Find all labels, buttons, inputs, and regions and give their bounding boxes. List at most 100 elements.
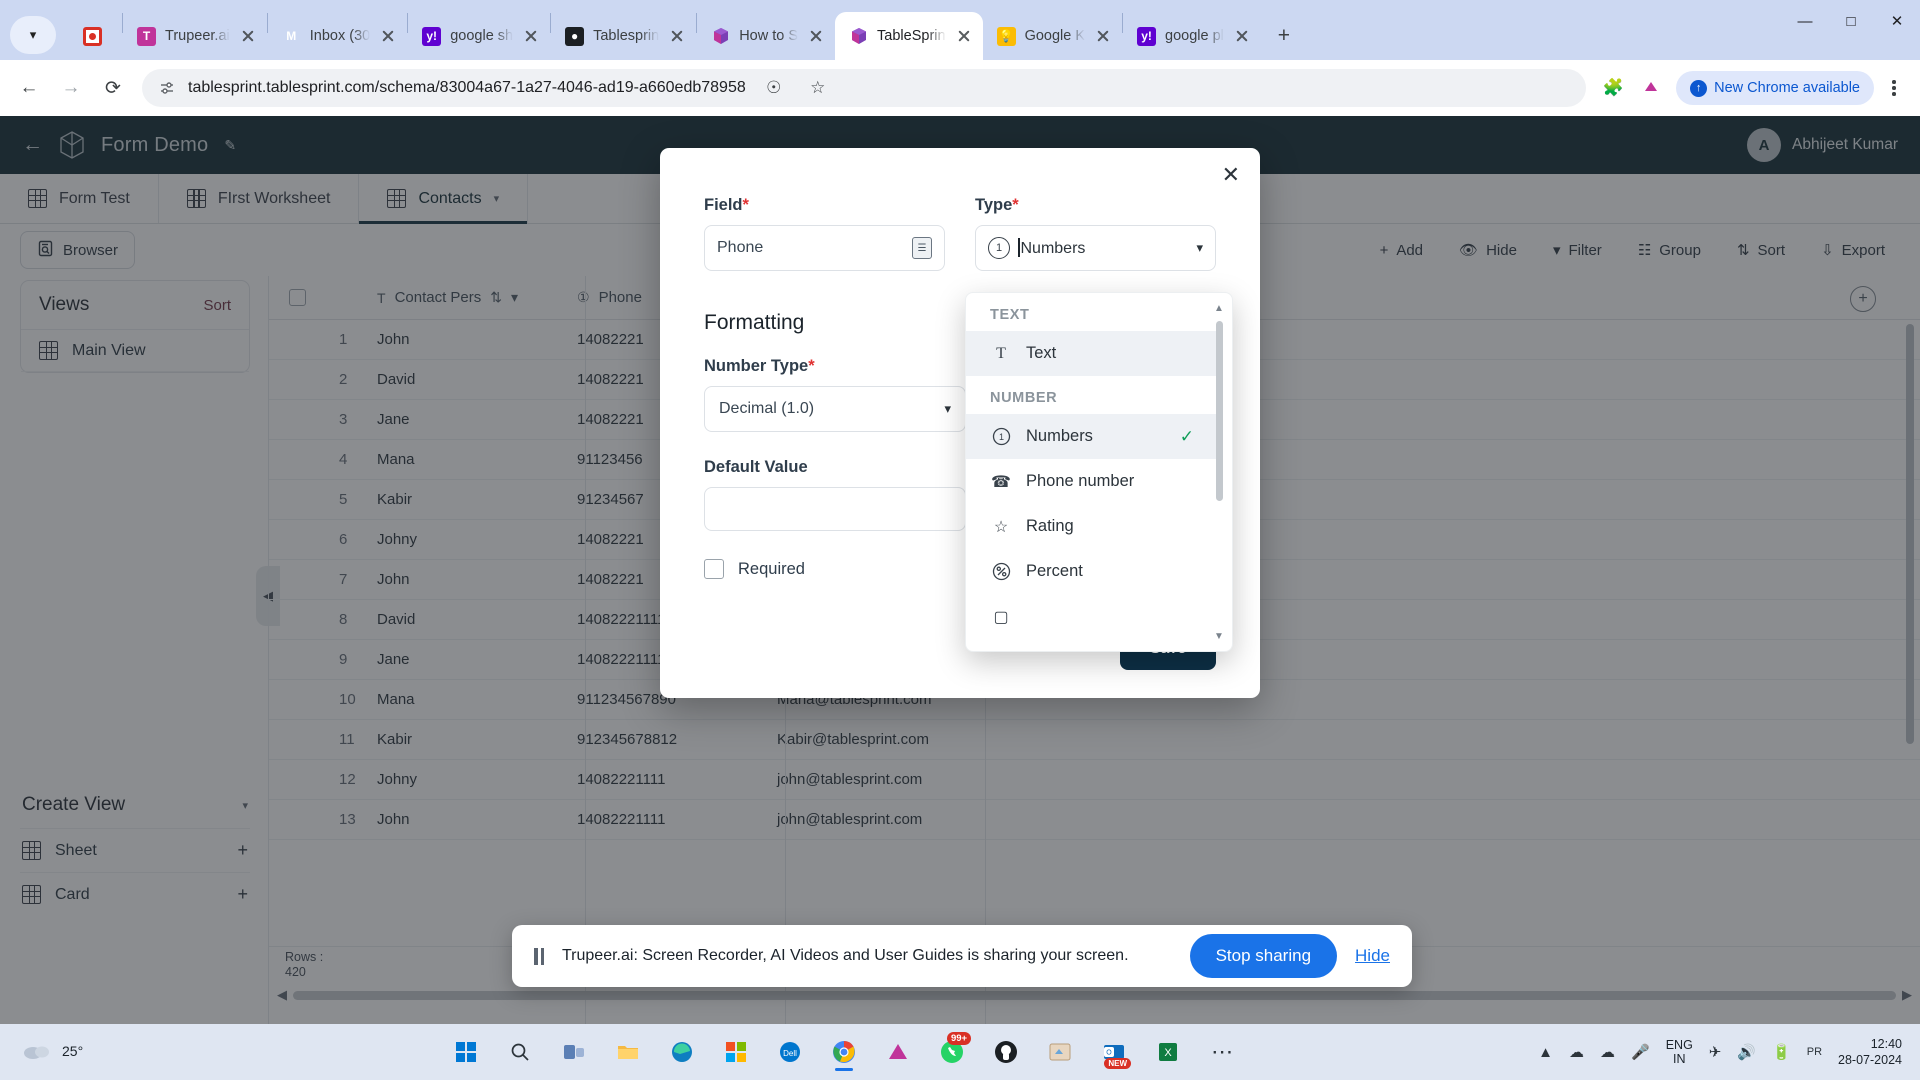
battery-icon[interactable]: 🔋 <box>1772 1043 1791 1061</box>
close-icon[interactable] <box>955 27 973 45</box>
store-button[interactable] <box>715 1031 757 1073</box>
field-name-input[interactable]: Phone ☰ <box>704 225 945 271</box>
scroll-down-icon[interactable]: ▼ <box>1212 629 1226 643</box>
back-icon[interactable]: ← <box>10 69 48 107</box>
zoom-out-icon[interactable]: ☉ <box>758 72 790 104</box>
edge-icon <box>672 1042 693 1062</box>
tab-pinned-recorder[interactable] <box>62 12 122 60</box>
hide-banner-link[interactable]: Hide <box>1355 946 1390 966</box>
copy-icon[interactable]: ☰ <box>912 237 932 259</box>
chrome-update-button[interactable]: ↑ New Chrome available <box>1676 71 1874 105</box>
dropdown-item-numbers[interactable]: 1 Numbers ✓ <box>966 414 1218 459</box>
required-label: Required <box>738 559 805 578</box>
forward-icon[interactable]: → <box>52 69 90 107</box>
chrome-menu-icon[interactable] <box>1878 71 1910 105</box>
excel-icon: X <box>1159 1043 1178 1061</box>
close-icon[interactable] <box>1094 27 1112 45</box>
dropdown-item-rating[interactable]: ☆ Rating <box>966 504 1218 549</box>
close-icon[interactable] <box>379 27 397 45</box>
dropdown-item-text[interactable]: T Text <box>966 331 1218 376</box>
volume-icon[interactable]: 🔊 <box>1737 1043 1756 1061</box>
extensions-icon[interactable]: 🧩 <box>1596 71 1630 105</box>
stop-sharing-button[interactable]: Stop sharing <box>1189 934 1338 978</box>
close-icon[interactable]: ✕ <box>1222 162 1240 188</box>
default-value-group: Default Value <box>704 458 966 531</box>
excel-button[interactable]: X <box>1147 1031 1189 1073</box>
number-type-group: Number Type* Decimal (1.0) ▾ <box>704 357 966 432</box>
tab-google-sheets[interactable]: y! google sh <box>408 12 550 60</box>
minimize-icon[interactable]: — <box>1782 0 1828 42</box>
number-circle-icon: 1 <box>988 237 1010 259</box>
tab-how-to-share[interactable]: How to S <box>697 12 835 60</box>
dropdown-item-phone-number[interactable]: ☎ Phone number <box>966 459 1218 504</box>
pause-icon[interactable] <box>534 947 544 965</box>
edge-browser-button[interactable] <box>661 1031 703 1073</box>
dropdown-scroll-thumb[interactable] <box>1216 321 1223 501</box>
close-icon[interactable] <box>522 27 540 45</box>
chevron-down-icon[interactable]: ▾ <box>1196 240 1203 256</box>
close-icon[interactable] <box>807 27 825 45</box>
dropdown-item-percent[interactable]: Percent <box>966 549 1218 594</box>
dropdown-scrollbar[interactable]: ▲ ▼ <box>1214 299 1228 645</box>
trupeer-extension-icon[interactable] <box>1634 71 1668 105</box>
tab-trupeer[interactable]: T Trupeer.ai <box>123 12 267 60</box>
tab-google-keep[interactable]: 💡 Google K <box>983 12 1122 60</box>
pr-icon[interactable]: PR <box>1807 1046 1822 1058</box>
required-asterisk: * <box>742 196 749 214</box>
github-button[interactable] <box>985 1031 1027 1073</box>
new-tab-button[interactable]: + <box>1267 19 1301 53</box>
language-indicator[interactable]: ENG IN <box>1666 1038 1693 1067</box>
close-icon[interactable] <box>1233 27 1251 45</box>
tab-title: Google K <box>1024 28 1086 44</box>
outlook-button[interactable]: O NEW <box>1093 1031 1135 1073</box>
start-button[interactable] <box>445 1031 487 1073</box>
tab-google-play[interactable]: y! google pl <box>1123 12 1261 60</box>
github-icon <box>995 1041 1018 1063</box>
task-view-button[interactable] <box>553 1031 595 1073</box>
reload-icon[interactable]: ⟳ <box>94 69 132 107</box>
tablesprint-icon <box>711 27 730 46</box>
close-icon[interactable] <box>668 27 686 45</box>
weather-widget[interactable]: 25° <box>0 1040 150 1065</box>
close-window-icon[interactable]: ✕ <box>1874 0 1920 42</box>
whatsapp-button[interactable]: 99+ <box>931 1031 973 1073</box>
tab-title: TableSprin <box>877 28 946 44</box>
svg-text:X: X <box>1164 1047 1172 1059</box>
trupeer-button[interactable] <box>877 1031 919 1073</box>
number-type-select[interactable]: Decimal (1.0) ▾ <box>704 386 966 432</box>
more-apps-button[interactable]: ⋯ <box>1201 1031 1243 1073</box>
close-icon[interactable] <box>239 27 257 45</box>
dropdown-item-partial[interactable]: ▢ <box>966 594 1218 639</box>
tab-tablesprint-active[interactable]: TableSprin <box>835 12 983 60</box>
record-icon <box>82 26 102 46</box>
field-label-text: Field <box>704 196 743 214</box>
tab-tablesprint-github[interactable]: ● Tablesprin <box>551 12 696 60</box>
site-settings-icon[interactable] <box>158 79 176 97</box>
onedrive-sync-icon[interactable]: ☁ <box>1600 1043 1615 1061</box>
microphone-icon[interactable]: 🎤 <box>1631 1043 1650 1061</box>
scroll-up-icon[interactable]: ▲ <box>1212 301 1226 315</box>
clock[interactable]: 12:40 28-07-2024 <box>1838 1036 1902 1069</box>
default-value-input[interactable] <box>704 487 966 531</box>
tab-inbox[interactable]: M Inbox (30 <box>268 12 407 60</box>
search-button[interactable] <box>499 1031 541 1073</box>
maximize-icon[interactable]: □ <box>1828 0 1874 42</box>
type-value-text: Numbers <box>1020 240 1086 257</box>
search-icon <box>511 1043 529 1061</box>
required-checkbox[interactable] <box>704 559 724 579</box>
snip-tool-button[interactable] <box>1039 1031 1081 1073</box>
taskbar-apps: Dell 99+ O NEW X ⋯ <box>445 1031 1243 1073</box>
dell-button[interactable]: Dell <box>769 1031 811 1073</box>
chrome-button[interactable] <box>823 1031 865 1073</box>
address-bar[interactable]: tablesprint.tablesprint.com/schema/83004… <box>142 69 1587 107</box>
show-hidden-icons[interactable]: ▲ <box>1538 1044 1553 1061</box>
wifi-icon[interactable]: ✈ <box>1709 1043 1722 1061</box>
type-select-input[interactable]: 1 Numbers ▾ <box>975 225 1216 271</box>
taskview-icon <box>564 1045 585 1059</box>
onedrive-icon[interactable]: ☁ <box>1569 1043 1584 1061</box>
tab-search-button[interactable]: ▾ <box>10 16 56 54</box>
chevron-down-icon[interactable]: ▾ <box>944 401 951 417</box>
bookmark-star-icon[interactable]: ☆ <box>802 72 834 104</box>
file-explorer-button[interactable] <box>607 1031 649 1073</box>
field-name-value: Phone <box>717 239 764 256</box>
